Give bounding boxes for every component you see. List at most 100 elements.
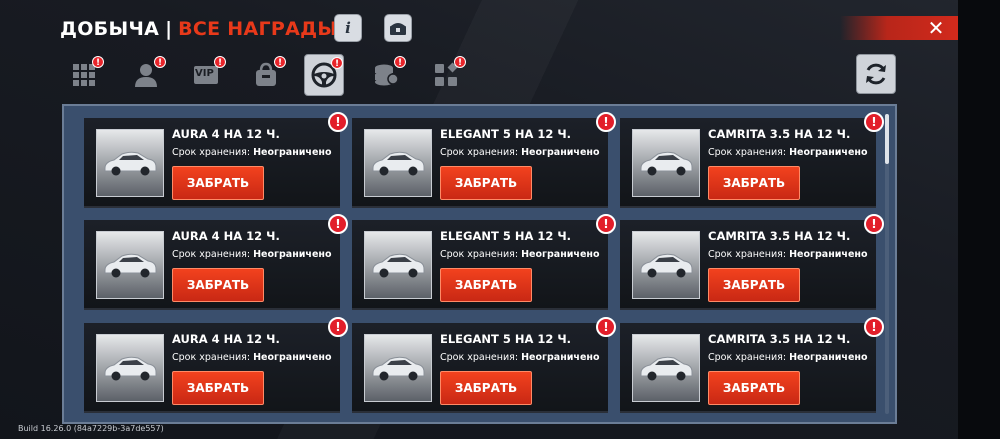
tab-apps[interactable]: ! <box>426 54 466 96</box>
reward-title: CAMRITA 3.5 НА 12 Ч. <box>708 332 851 346</box>
reward-title: CAMRITA 3.5 НА 12 Ч. <box>708 229 851 243</box>
car-icon <box>372 151 425 176</box>
car-thumbnail <box>632 334 700 402</box>
reward-title: AURA 4 НА 12 Ч. <box>172 332 280 346</box>
claim-button[interactable]: ЗАБРАТЬ <box>440 268 532 302</box>
reward-card: AURA 4 НА 12 Ч. Срок хранения: Неогранич… <box>84 112 348 208</box>
storage-label: Срок хранения: <box>440 147 519 158</box>
car-icon <box>104 253 157 278</box>
claim-button[interactable]: ЗАБРАТЬ <box>708 166 800 200</box>
storage-label: Срок хранения: <box>708 147 787 158</box>
reward-card: CAMRITA 3.5 НА 12 Ч. Срок хранения: Неог… <box>620 214 884 310</box>
tab-coins[interactable]: ! <box>366 54 406 96</box>
storage-info: Срок хранения: Неограничено <box>172 249 331 260</box>
tab-grid[interactable]: ! <box>64 54 104 96</box>
tab-badge: ! <box>214 56 226 68</box>
claim-button[interactable]: ЗАБРАТЬ <box>172 166 264 200</box>
storage-info: Срок хранения: Неограничено <box>708 147 867 158</box>
alert-icon: ! <box>328 112 348 132</box>
reward-title: ELEGANT 5 НА 12 Ч. <box>440 229 572 243</box>
claim-button[interactable]: ЗАБРАТЬ <box>440 166 532 200</box>
car-icon <box>640 253 693 278</box>
page-header: ДОБЫЧА | ВСЕ НАГРАДЫ <box>60 14 337 44</box>
car-icon <box>104 151 157 176</box>
storage-label: Срок хранения: <box>172 249 251 260</box>
tab-bag[interactable]: ! <box>246 54 286 96</box>
car-thumbnail <box>96 129 164 197</box>
reward-card: CAMRITA 3.5 НА 12 Ч. Срок хранения: Неог… <box>620 112 884 208</box>
reward-card: AURA 4 НА 12 Ч. Срок хранения: Неогранич… <box>84 317 348 413</box>
car-thumbnail <box>632 129 700 197</box>
storage-value: Неограничено <box>521 352 600 363</box>
storage-info: Срок хранения: Неограничено <box>172 352 331 363</box>
car-thumbnail <box>96 231 164 299</box>
reward-card: ELEGANT 5 НА 12 Ч. Срок хранения: Неогра… <box>352 214 616 310</box>
car-icon <box>640 356 693 381</box>
alert-icon: ! <box>864 317 884 337</box>
tab-user[interactable]: ! <box>126 54 166 96</box>
car-thumbnail <box>364 334 432 402</box>
rewards-grid: AURA 4 НА 12 Ч. Срок хранения: Неогранич… <box>84 112 884 422</box>
reward-title: ELEGANT 5 НА 12 Ч. <box>440 127 572 141</box>
claim-button[interactable]: ЗАБРАТЬ <box>708 268 800 302</box>
storage-value: Неограничено <box>521 147 600 158</box>
vip-label: VIP <box>195 68 214 79</box>
car-thumbnail <box>632 231 700 299</box>
alert-icon: ! <box>596 214 616 234</box>
car-icon <box>104 356 157 381</box>
storage-value: Неограничено <box>253 147 332 158</box>
reward-card: AURA 4 НА 12 Ч. Срок хранения: Неогранич… <box>84 214 348 310</box>
title-separator: | <box>165 18 173 40</box>
alert-icon: ! <box>864 112 884 132</box>
reward-card: ELEGANT 5 НА 12 Ч. Срок хранения: Неогра… <box>352 317 616 413</box>
screen-edge <box>958 0 1000 439</box>
build-version: Build 16.26.0 (84a7229b-3a7de557) <box>18 424 164 433</box>
storage-info: Срок хранения: Неограничено <box>440 249 599 260</box>
storage-info: Срок хранения: Неограничено <box>708 352 867 363</box>
refresh-button[interactable] <box>856 54 896 94</box>
storage-info: Срок хранения: Неограничено <box>708 249 867 260</box>
storage-info: Срок хранения: Неограничено <box>172 147 331 158</box>
storage-label: Срок хранения: <box>440 352 519 363</box>
storage-value: Неограничено <box>253 249 332 260</box>
info-button[interactable]: i <box>334 14 362 42</box>
storage-info: Срок хранения: Неограничено <box>440 147 599 158</box>
claim-button[interactable]: ЗАБРАТЬ <box>172 268 264 302</box>
close-icon: ✕ <box>927 16 945 40</box>
alert-icon: ! <box>864 214 884 234</box>
storage-value: Неограничено <box>253 352 332 363</box>
chest-button[interactable] <box>384 14 412 42</box>
alert-icon: ! <box>596 317 616 337</box>
chest-icon <box>390 23 406 35</box>
car-thumbnail <box>364 231 432 299</box>
rewards-panel: AURA 4 НА 12 Ч. Срок хранения: Неогранич… <box>62 104 897 424</box>
car-icon <box>372 253 425 278</box>
alert-icon: ! <box>596 112 616 132</box>
tab-badge: ! <box>394 56 406 68</box>
tab-vehicles[interactable]: ! <box>304 54 344 96</box>
tab-vip[interactable]: VIP ! <box>186 54 226 96</box>
storage-value: Неограничено <box>789 147 868 158</box>
claim-button[interactable]: ЗАБРАТЬ <box>172 371 264 405</box>
storage-label: Срок хранения: <box>440 249 519 260</box>
claim-button[interactable]: ЗАБРАТЬ <box>440 371 532 405</box>
storage-label: Срок хранения: <box>708 352 787 363</box>
car-thumbnail <box>364 129 432 197</box>
tab-badge: ! <box>454 56 466 68</box>
refresh-icon <box>866 63 886 85</box>
claim-button[interactable]: ЗАБРАТЬ <box>708 371 800 405</box>
storage-label: Срок хранения: <box>708 249 787 260</box>
tab-badge: ! <box>92 56 104 68</box>
storage-label: Срок хранения: <box>172 147 251 158</box>
car-icon <box>372 356 425 381</box>
reward-card: CAMRITA 3.5 НА 12 Ч. Срок хранения: Неог… <box>620 317 884 413</box>
storage-value: Неограничено <box>789 249 868 260</box>
reward-title: ELEGANT 5 НА 12 Ч. <box>440 332 572 346</box>
close-button[interactable]: ✕ <box>924 16 948 40</box>
car-icon <box>640 151 693 176</box>
tab-badge: ! <box>154 56 166 68</box>
scrollbar-thumb[interactable] <box>885 114 889 164</box>
tab-badge: ! <box>331 57 343 69</box>
storage-label: Срок хранения: <box>172 352 251 363</box>
storage-info: Срок хранения: Неограничено <box>440 352 599 363</box>
